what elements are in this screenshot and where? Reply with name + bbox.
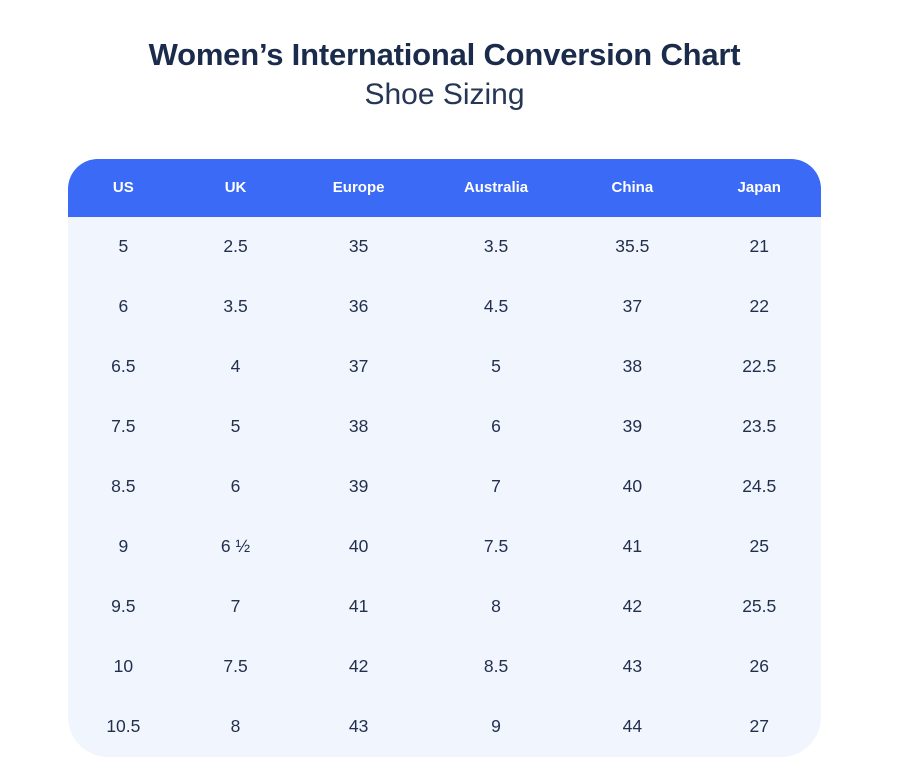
cell-europe: 42 — [292, 637, 425, 697]
column-header-australia: Australia — [425, 159, 567, 217]
cell-china: 35.5 — [567, 217, 697, 277]
cell-uk: 7.5 — [179, 637, 293, 697]
cell-us: 6.5 — [68, 337, 179, 397]
cell-us: 9.5 — [68, 577, 179, 637]
cell-uk: 2.5 — [179, 217, 293, 277]
table-row: 6.5 4 37 5 38 22.5 — [68, 337, 821, 397]
column-header-europe: Europe — [292, 159, 425, 217]
cell-australia: 3.5 — [425, 217, 567, 277]
cell-japan: 24.5 — [697, 457, 821, 517]
cell-australia: 8.5 — [425, 637, 567, 697]
cell-uk: 4 — [179, 337, 293, 397]
cell-australia: 8 — [425, 577, 567, 637]
cell-us: 5 — [68, 217, 179, 277]
cell-japan: 25.5 — [697, 577, 821, 637]
cell-europe: 39 — [292, 457, 425, 517]
cell-australia: 9 — [425, 697, 567, 757]
cell-europe: 41 — [292, 577, 425, 637]
cell-us: 10.5 — [68, 697, 179, 757]
page-title: Women’s International Conversion Chart — [68, 36, 821, 75]
cell-japan: 22 — [697, 277, 821, 337]
header-row: US UK Europe Australia China Japan — [68, 159, 821, 217]
column-header-japan: Japan — [697, 159, 821, 217]
cell-japan: 25 — [697, 517, 821, 577]
table-row: 7.5 5 38 6 39 23.5 — [68, 397, 821, 457]
cell-japan: 21 — [697, 217, 821, 277]
cell-europe: 36 — [292, 277, 425, 337]
column-header-us: US — [68, 159, 179, 217]
cell-europe: 38 — [292, 397, 425, 457]
table-row: 10.5 8 43 9 44 27 — [68, 697, 821, 757]
table-row: 9.5 7 41 8 42 25.5 — [68, 577, 821, 637]
cell-europe: 37 — [292, 337, 425, 397]
column-header-china: China — [567, 159, 697, 217]
page-subtitle: Shoe Sizing — [68, 75, 821, 114]
cell-china: 41 — [567, 517, 697, 577]
cell-us: 7.5 — [68, 397, 179, 457]
cell-uk: 7 — [179, 577, 293, 637]
cell-japan: 22.5 — [697, 337, 821, 397]
cell-china: 37 — [567, 277, 697, 337]
cell-uk: 6 ½ — [179, 517, 293, 577]
cell-us: 10 — [68, 637, 179, 697]
cell-uk: 5 — [179, 397, 293, 457]
table-header: US UK Europe Australia China Japan — [68, 159, 821, 217]
cell-europe: 43 — [292, 697, 425, 757]
cell-australia: 4.5 — [425, 277, 567, 337]
cell-china: 44 — [567, 697, 697, 757]
page: Women’s International Conversion Chart S… — [0, 0, 915, 757]
cell-us: 8.5 — [68, 457, 179, 517]
table-row: 6 3.5 36 4.5 37 22 — [68, 277, 821, 337]
cell-china: 42 — [567, 577, 697, 637]
table-row: 10 7.5 42 8.5 43 26 — [68, 637, 821, 697]
cell-australia: 7 — [425, 457, 567, 517]
cell-uk: 8 — [179, 697, 293, 757]
table-body: 5 2.5 35 3.5 35.5 21 6 3.5 36 4.5 37 22 — [68, 217, 821, 757]
cell-uk: 3.5 — [179, 277, 293, 337]
table-row: 5 2.5 35 3.5 35.5 21 — [68, 217, 821, 277]
cell-uk: 6 — [179, 457, 293, 517]
cell-china: 43 — [567, 637, 697, 697]
cell-china: 39 — [567, 397, 697, 457]
cell-europe: 35 — [292, 217, 425, 277]
cell-us: 6 — [68, 277, 179, 337]
cell-japan: 26 — [697, 637, 821, 697]
conversion-table-card: US UK Europe Australia China Japan 5 2.5… — [68, 159, 821, 757]
table-row: 9 6 ½ 40 7.5 41 25 — [68, 517, 821, 577]
column-header-uk: UK — [179, 159, 293, 217]
cell-us: 9 — [68, 517, 179, 577]
cell-china: 38 — [567, 337, 697, 397]
cell-australia: 7.5 — [425, 517, 567, 577]
cell-japan: 23.5 — [697, 397, 821, 457]
cell-australia: 5 — [425, 337, 567, 397]
cell-australia: 6 — [425, 397, 567, 457]
cell-china: 40 — [567, 457, 697, 517]
content-wrapper: Women’s International Conversion Chart S… — [68, 36, 821, 757]
conversion-table: US UK Europe Australia China Japan 5 2.5… — [68, 159, 821, 757]
table-row: 8.5 6 39 7 40 24.5 — [68, 457, 821, 517]
cell-japan: 27 — [697, 697, 821, 757]
cell-europe: 40 — [292, 517, 425, 577]
